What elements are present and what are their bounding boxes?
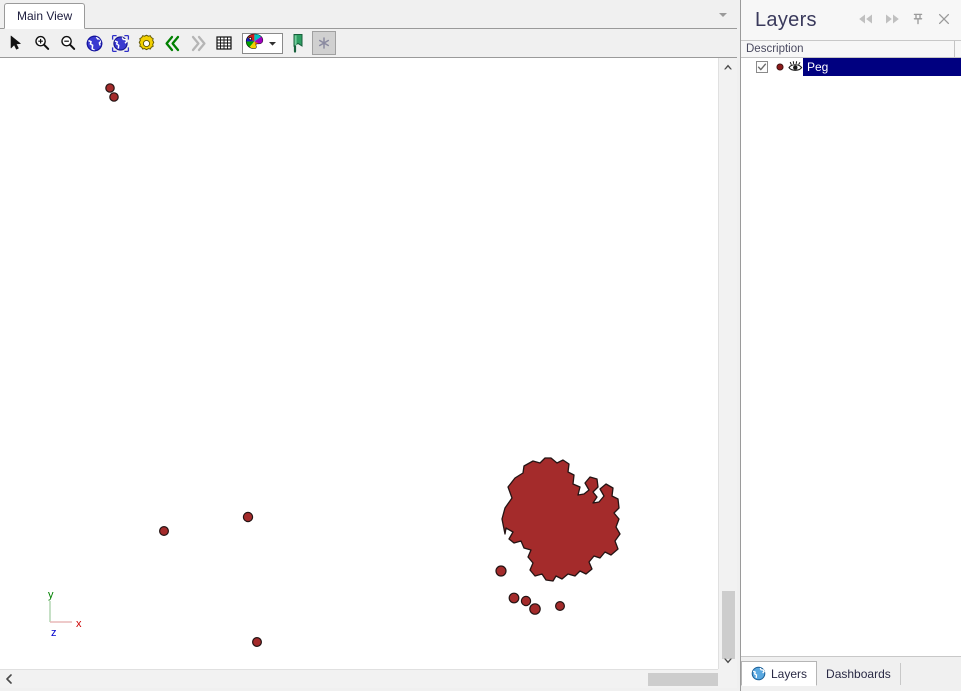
- map-point[interactable]: [242, 511, 254, 523]
- dock-close-button[interactable]: [931, 7, 957, 33]
- map-point[interactable]: [520, 595, 532, 607]
- table-row[interactable]: Peg: [741, 58, 961, 76]
- column-header-description[interactable]: Description: [741, 41, 961, 58]
- map-canvas[interactable]: y x z: [0, 58, 718, 669]
- axis-label-y: y: [48, 589, 54, 601]
- column-divider[interactable]: [954, 41, 955, 58]
- bookmark-button[interactable]: [286, 31, 310, 55]
- tab-separator: [899, 663, 901, 685]
- axis-label-x: x: [76, 618, 82, 630]
- chevron-left-icon[interactable]: [0, 670, 17, 688]
- eye-icon[interactable]: [787, 61, 803, 73]
- tab-dashboards[interactable]: Dashboards: [817, 661, 900, 686]
- zoom-in-tool-button[interactable]: [30, 31, 54, 55]
- horizontal-scrollbar[interactable]: [0, 669, 737, 688]
- chevron-up-icon[interactable]: [719, 58, 737, 75]
- globe-icon: [85, 34, 104, 53]
- select-tool-button[interactable]: [4, 31, 28, 55]
- layer-name-peg[interactable]: Peg: [803, 58, 961, 76]
- close-icon: [937, 12, 951, 29]
- double-triangle-left-icon: [857, 13, 875, 28]
- gear-icon: [137, 34, 156, 53]
- color-palette-icon: [245, 33, 264, 53]
- tab-layers[interactable]: Layers: [741, 661, 818, 686]
- grid-toggle-button[interactable]: [212, 31, 236, 55]
- layer-list[interactable]: Peg: [741, 58, 961, 656]
- map-point[interactable]: [105, 83, 115, 93]
- view-tab-bar: Main View: [0, 0, 737, 29]
- horizontal-scrollbar-thumb[interactable]: [648, 673, 719, 686]
- pin-icon: [911, 12, 925, 29]
- double-triangle-right-icon: [883, 13, 901, 28]
- map-graphics: y x z: [0, 58, 718, 669]
- zoom-to-selection-button[interactable]: [108, 31, 132, 55]
- tab-layers-label: Layers: [771, 666, 808, 681]
- map-point[interactable]: [252, 636, 263, 647]
- view-pane: Main View y x z: [0, 0, 737, 691]
- axis-label-z: z: [51, 627, 57, 639]
- map-point[interactable]: [109, 92, 119, 102]
- magnifier-minus-icon: [59, 34, 77, 52]
- zoom-to-world-button[interactable]: [82, 31, 106, 55]
- snapshot-button[interactable]: [312, 31, 336, 55]
- dock-title-bar: Layers: [741, 0, 961, 41]
- tab-dashboards-label: Dashboards: [826, 666, 891, 681]
- dock-forward-button[interactable]: [879, 7, 905, 33]
- arrow-cursor-icon: [7, 34, 25, 52]
- dock-pin-button[interactable]: [905, 7, 931, 33]
- vertical-scrollbar[interactable]: [718, 58, 737, 669]
- globe-icon: [751, 666, 766, 681]
- vertical-scrollbar-thumb[interactable]: [722, 591, 735, 659]
- map-point[interactable]: [159, 525, 170, 536]
- layer-visibility-checkbox[interactable]: [756, 61, 768, 73]
- page-title: Layers: [755, 8, 817, 31]
- layers-dock-panel: Layers Description Peg Layers Dashboards: [740, 0, 961, 691]
- grid-icon: [215, 34, 233, 52]
- double-chevron-right-icon: [189, 34, 208, 53]
- dock-bottom-tabs: Layers Dashboards: [741, 656, 961, 691]
- tab-main-view-label: Main View: [17, 9, 73, 23]
- scrollbar-corner: [718, 669, 737, 688]
- dock-back-button[interactable]: [853, 7, 879, 33]
- settings-button[interactable]: [134, 31, 158, 55]
- step-backward-button[interactable]: [160, 31, 184, 55]
- map-point[interactable]: [554, 600, 565, 611]
- bookmark-flag-icon: [290, 33, 306, 53]
- chevron-down-icon[interactable]: [715, 8, 731, 22]
- double-chevron-left-icon: [163, 34, 182, 53]
- map-point[interactable]: [529, 603, 541, 615]
- layer-symbol-swatch[interactable]: [773, 62, 787, 72]
- application-window: Main View y x z Layers Description Peg L…: [0, 0, 961, 691]
- canvas-background: [0, 58, 718, 669]
- tab-main-view[interactable]: Main View: [4, 3, 86, 29]
- chevron-down-icon[interactable]: [719, 652, 737, 669]
- map-point[interactable]: [508, 592, 520, 604]
- step-forward-button[interactable]: [186, 31, 210, 55]
- magnifier-plus-icon: [33, 34, 51, 52]
- globe-selection-icon: [111, 34, 130, 53]
- color-palette-combo[interactable]: [242, 32, 283, 54]
- zoom-out-tool-button[interactable]: [56, 31, 80, 55]
- asterisk-icon: [317, 36, 331, 50]
- chevron-down-icon: [268, 36, 277, 50]
- view-toolbar: [0, 29, 737, 58]
- map-point[interactable]: [495, 565, 507, 577]
